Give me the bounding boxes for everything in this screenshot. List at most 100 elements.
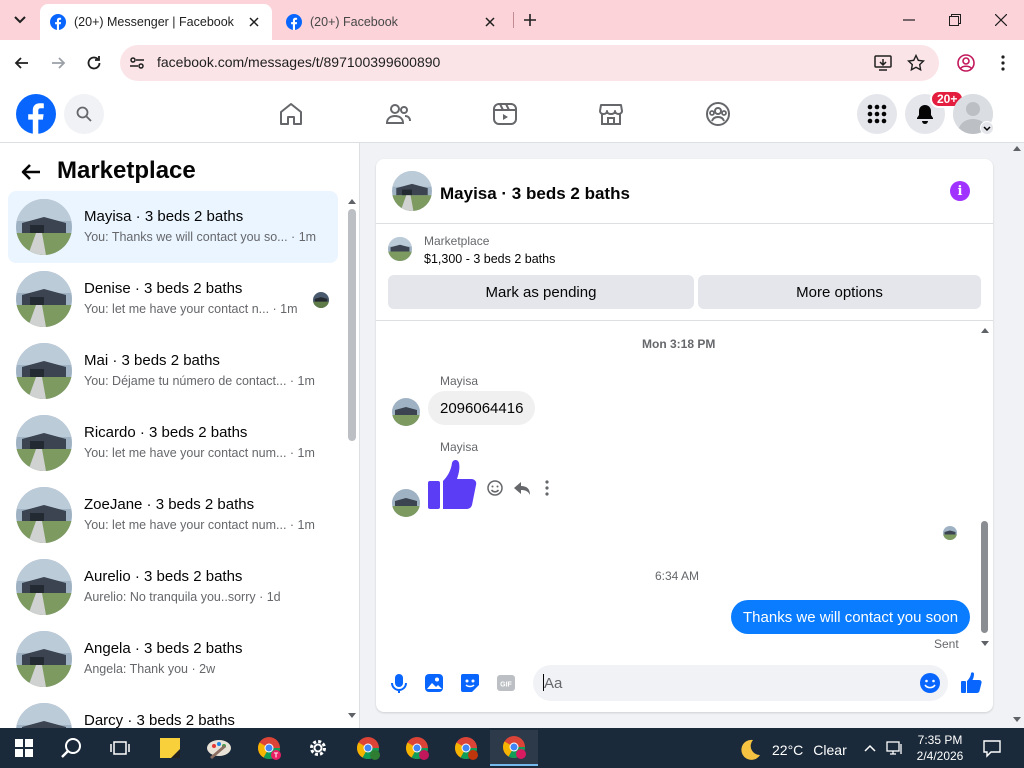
- windows-start-icon[interactable]: [8, 732, 40, 764]
- close-tab-icon[interactable]: [246, 14, 262, 30]
- message-input[interactable]: [533, 665, 948, 701]
- tab-facebook[interactable]: (20+) Facebook: [276, 4, 508, 40]
- taskbar-search-icon[interactable]: [56, 732, 88, 764]
- menu-button[interactable]: [857, 94, 897, 134]
- tab-divider: [513, 12, 514, 28]
- listing-label: Marketplace: [424, 234, 490, 248]
- facebook-search-button[interactable]: [64, 94, 104, 134]
- restore-button[interactable]: [945, 10, 965, 30]
- more-actions-icon[interactable]: [543, 479, 551, 497]
- send-like-icon[interactable]: [960, 672, 982, 694]
- new-tab-button[interactable]: [520, 10, 540, 30]
- friends-icon[interactable]: [384, 100, 412, 128]
- listing-thumbnail[interactable]: [388, 237, 412, 261]
- listing-summary[interactable]: $1,300 - 3 beds 2 baths: [424, 252, 555, 266]
- emoji-icon[interactable]: [919, 672, 941, 694]
- sidebar-scroll-thumb[interactable]: [348, 209, 356, 441]
- chrome-active-window-icon[interactable]: [490, 730, 538, 766]
- facebook-logo-icon[interactable]: [16, 94, 56, 134]
- react-smiley-icon[interactable]: [486, 479, 504, 497]
- facebook-favicon-icon: [286, 14, 302, 30]
- read-receipt-avatar: [943, 526, 957, 540]
- back-button[interactable]: [12, 53, 32, 73]
- chat-avatar[interactable]: [392, 171, 432, 211]
- arrow-left-icon: [14, 57, 28, 69]
- system-clock[interactable]: 7:35 PM 2/4/2026: [912, 732, 968, 764]
- reply-icon[interactable]: [513, 479, 531, 497]
- chrome-profile-icon[interactable]: T: [253, 732, 285, 764]
- conversation-item[interactable]: Aurelio · 3 beds 2 baths Aurelio: No tran…: [8, 551, 338, 623]
- page-scrollbar[interactable]: [1010, 143, 1024, 728]
- conversation-preview: You: let me have your contact n... · 1m: [84, 302, 298, 316]
- conversation-name: Aurelio · 3 beds 2 baths: [84, 568, 243, 585]
- house-photo-icon: [392, 398, 420, 426]
- install-app-icon[interactable]: [874, 54, 892, 72]
- chrome-profile-icon[interactable]: [401, 732, 433, 764]
- conversation-item[interactable]: Denise · 3 beds 2 baths You: let me have …: [8, 263, 338, 335]
- sender-name: Mayisa: [440, 440, 479, 454]
- forward-button[interactable]: [48, 53, 68, 73]
- sticky-notes-icon[interactable]: [154, 732, 186, 764]
- moon-icon: [741, 739, 760, 760]
- conversation-name: Mayisa · 3 beds 2 baths: [84, 208, 244, 225]
- sender-name: Mayisa: [440, 374, 479, 388]
- paint-app-icon[interactable]: [203, 732, 235, 764]
- conversation-preview: Aurelio: No tranquila you..sorry · 1d: [84, 590, 281, 604]
- reload-button[interactable]: [84, 53, 104, 73]
- seen-avatar: [313, 292, 329, 308]
- browser-menu-icon[interactable]: [994, 54, 1012, 72]
- thumbs-up-sticker-icon[interactable]: [428, 459, 478, 511]
- windows-taskbar: T 22°C Clear 7:35 PM 2/4/2026: [0, 728, 1024, 768]
- tab-search-button[interactable]: [8, 8, 32, 32]
- weather-widget[interactable]: 22°C Clear: [738, 738, 847, 762]
- minimize-button[interactable]: [899, 10, 919, 30]
- profile-icon[interactable]: [957, 54, 975, 72]
- microphone-icon[interactable]: [388, 672, 410, 694]
- tab-messenger[interactable]: (20+) Messenger | Facebook: [40, 4, 272, 40]
- conversation-item[interactable]: Mayisa · 3 beds 2 baths You: Thanks we wi…: [8, 191, 338, 263]
- photo-icon[interactable]: [423, 672, 445, 694]
- incoming-message[interactable]: 2096064416: [428, 391, 536, 425]
- conversation-item[interactable]: Darcy · 3 beds 2 baths: [8, 695, 338, 728]
- url-text[interactable]: facebook.com/messages/t/897100399600890: [157, 54, 440, 70]
- conversation-name: Denise · 3 beds 2 baths: [84, 280, 243, 297]
- conversation-item[interactable]: ZoeJane · 3 beds 2 baths You: let me have…: [8, 479, 338, 551]
- grid-menu-icon: [867, 104, 887, 124]
- sender-avatar[interactable]: [392, 489, 420, 517]
- video-icon[interactable]: [491, 100, 519, 128]
- conversation-sidebar: Marketplace Mayisa · 3 beds 2 baths You: …: [0, 143, 360, 728]
- more-options-button[interactable]: More options: [698, 275, 981, 309]
- gif-icon[interactable]: GIF: [495, 672, 517, 694]
- arrow-right-icon: [52, 57, 66, 69]
- notification-center-icon[interactable]: [982, 738, 1002, 758]
- conversation-item[interactable]: Ricardo · 3 beds 2 baths You: let me have…: [8, 407, 338, 479]
- outgoing-message[interactable]: Thanks we will contact you soon: [731, 600, 971, 634]
- mark-as-pending-button[interactable]: Mark as pending: [388, 275, 694, 309]
- conversation-avatar: [16, 631, 72, 687]
- back-arrow-icon[interactable]: [20, 161, 42, 183]
- close-tab-icon[interactable]: [482, 14, 498, 30]
- sticker-icon[interactable]: [459, 672, 481, 694]
- home-icon[interactable]: [277, 100, 305, 128]
- close-window-button[interactable]: [991, 10, 1011, 30]
- conversation-item[interactable]: Mai · 3 beds 2 baths You: Déjame tu númer…: [8, 335, 338, 407]
- bookmark-star-icon[interactable]: [907, 54, 925, 72]
- chrome-profile-icon[interactable]: [450, 732, 482, 764]
- chrome-profile-icon[interactable]: [352, 732, 384, 764]
- conversation-item[interactable]: Angela · 3 beds 2 baths Angela: Thank you…: [8, 623, 338, 695]
- clock-date: 2/4/2026: [916, 749, 964, 763]
- conversation-name: ZoeJane · 3 beds 2 baths: [84, 496, 255, 513]
- settings-gear-icon[interactable]: [302, 732, 334, 764]
- site-info-icon[interactable]: [128, 54, 146, 72]
- house-photo-icon: [16, 487, 72, 543]
- chevron-up-icon[interactable]: [862, 740, 878, 756]
- sender-avatar[interactable]: [392, 398, 420, 426]
- account-chevron-icon[interactable]: [980, 121, 994, 135]
- info-icon[interactable]: i: [950, 181, 970, 201]
- network-icon[interactable]: [886, 740, 904, 756]
- groups-icon[interactable]: [704, 100, 732, 128]
- chat-scroll-thumb[interactable]: [981, 521, 988, 633]
- task-view-icon[interactable]: [104, 732, 136, 764]
- conversation-name: Mai · 3 beds 2 baths: [84, 352, 220, 369]
- marketplace-icon[interactable]: [597, 100, 625, 128]
